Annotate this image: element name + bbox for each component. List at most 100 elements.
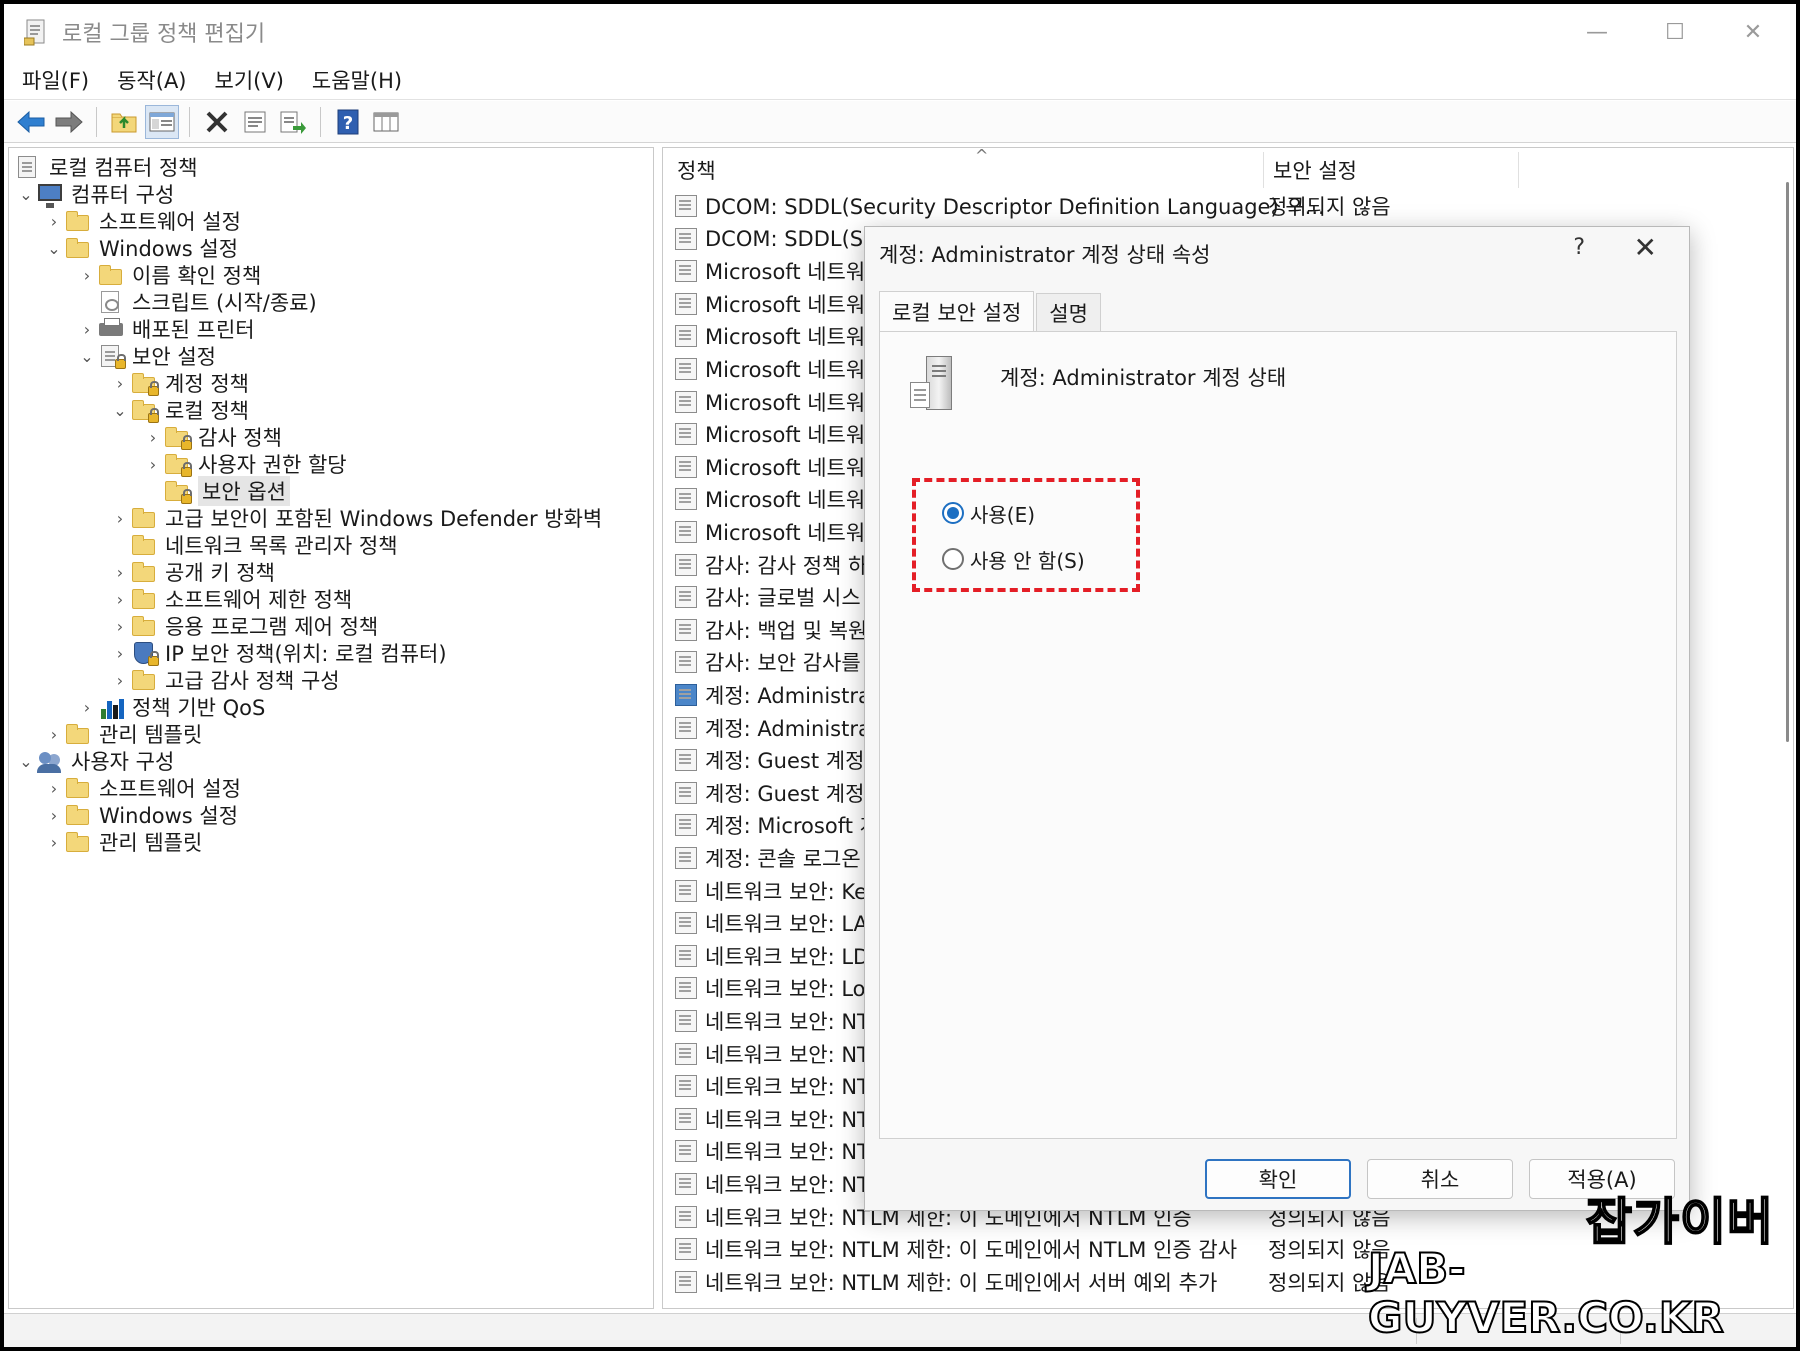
table-row[interactable]: 계정: Administrat bbox=[675, 679, 879, 711]
chevron-right-icon[interactable]: › bbox=[43, 827, 65, 857]
chevron-right-icon[interactable]: › bbox=[109, 611, 131, 641]
chevron-right-icon[interactable]: › bbox=[109, 638, 131, 668]
chevron-down-icon[interactable]: ⌄ bbox=[15, 746, 37, 776]
tree-item-user-config[interactable]: ⌄ 사용자 구성 bbox=[15, 746, 174, 776]
tree-item-scripts[interactable]: 스크립트 (시작/종료) bbox=[76, 287, 317, 317]
chevron-right-icon[interactable]: › bbox=[76, 692, 98, 722]
minimize-button[interactable]: — bbox=[1558, 4, 1636, 60]
chevron-down-icon[interactable]: ⌄ bbox=[109, 395, 131, 425]
tree-item-policy-qos[interactable]: › 정책 기반 QoS bbox=[76, 692, 266, 722]
table-row[interactable]: Microsoft 네트워 bbox=[675, 516, 865, 548]
show-hide-tree-icon[interactable] bbox=[145, 104, 179, 139]
chevron-right-icon[interactable]: › bbox=[76, 260, 98, 290]
table-row[interactable]: Microsoft 네트워 bbox=[675, 255, 865, 287]
chevron-right-icon[interactable]: › bbox=[43, 773, 65, 803]
delete-icon[interactable] bbox=[200, 105, 234, 139]
menu-view[interactable]: 보기(V) bbox=[215, 65, 284, 95]
chevron-right-icon[interactable]: › bbox=[43, 206, 65, 236]
close-button[interactable]: ✕ bbox=[1714, 4, 1792, 60]
column-header-setting[interactable]: 보안 설정 bbox=[1273, 148, 1513, 192]
chevron-right-icon[interactable]: › bbox=[109, 665, 131, 695]
disabled-radio-option[interactable]: 사용 안 함(S) bbox=[942, 544, 1085, 574]
vertical-scrollbar[interactable] bbox=[1786, 182, 1789, 742]
chevron-right-icon[interactable]: › bbox=[76, 314, 98, 344]
table-row[interactable]: Microsoft 네트워 bbox=[675, 320, 865, 352]
table-row[interactable]: 계정: Guest 계정 bbox=[675, 744, 864, 776]
table-row[interactable]: 네트워크 보안: Ke bbox=[675, 875, 867, 907]
column-divider[interactable] bbox=[1263, 152, 1264, 188]
chevron-right-icon[interactable]: › bbox=[43, 719, 65, 749]
enabled-radio[interactable] bbox=[942, 502, 964, 524]
chevron-right-icon[interactable]: › bbox=[142, 449, 164, 479]
tree-item-software-restriction[interactable]: › 소프트웨어 제한 정책 bbox=[109, 584, 352, 614]
table-row[interactable]: 네트워크 보안: Lo bbox=[675, 972, 866, 1004]
chevron-down-icon[interactable]: ⌄ bbox=[43, 233, 65, 263]
table-row[interactable]: 네트워크 보안: NT bbox=[675, 1135, 870, 1167]
table-row[interactable]: DCOM: SDDL(Se bbox=[675, 223, 876, 255]
chevron-down-icon[interactable]: ⌄ bbox=[76, 341, 98, 371]
menu-help[interactable]: 도움말(H) bbox=[312, 65, 402, 95]
table-row[interactable]: Microsoft 네트워 bbox=[675, 418, 865, 450]
chevron-right-icon[interactable]: › bbox=[109, 368, 131, 398]
table-row[interactable]: Microsoft 네트워 bbox=[675, 288, 865, 320]
cancel-button[interactable]: 취소 bbox=[1367, 1159, 1513, 1199]
chevron-right-icon[interactable]: › bbox=[109, 557, 131, 587]
dialog-help-button[interactable]: ? bbox=[1573, 235, 1585, 260]
tree-item-public-key-policies[interactable]: › 공개 키 정책 bbox=[109, 557, 275, 587]
table-row[interactable]: Microsoft 네트워 bbox=[675, 483, 865, 515]
table-row[interactable]: Microsoft 네트워 bbox=[675, 386, 865, 418]
chevron-right-icon[interactable]: › bbox=[109, 584, 131, 614]
table-row[interactable]: 네트워크 보안: LD bbox=[675, 940, 869, 972]
tree-item-security-options[interactable]: 보안 옵션 bbox=[142, 476, 290, 506]
enabled-radio-option[interactable]: 사용(E) bbox=[942, 498, 1035, 528]
export-list-icon[interactable] bbox=[276, 105, 310, 139]
tree-item-account-policies[interactable]: › 계정 정책 bbox=[109, 368, 249, 398]
table-row[interactable]: DCOM: SDDL(Security Descriptor Definitio… bbox=[675, 190, 1325, 222]
tree-item-advanced-audit[interactable]: › 고급 감사 정책 구성 bbox=[109, 665, 340, 695]
table-row[interactable]: 네트워크 보안: LA bbox=[675, 907, 868, 939]
table-row[interactable]: 계정: 콘솔 로그온 bbox=[675, 842, 861, 874]
table-row[interactable]: 네트워크 보안: NTLM 제한: 이 도메인에서 서버 예외 추가 bbox=[675, 1266, 1217, 1298]
extended-view-icon[interactable] bbox=[369, 105, 403, 139]
table-row[interactable]: 감사: 보안 감사를 bbox=[675, 646, 861, 678]
column-header-policy[interactable]: 정책 ^ bbox=[677, 148, 1267, 192]
table-row[interactable]: 계정: Administrat bbox=[675, 712, 879, 744]
table-row[interactable]: 네트워크 보안: NT bbox=[675, 1038, 870, 1070]
tree-item-software-settings[interactable]: › 소프트웨어 설정 bbox=[43, 206, 241, 236]
disabled-radio[interactable] bbox=[942, 548, 964, 570]
tree-item-admin-templates[interactable]: › 관리 템플릿 bbox=[43, 719, 202, 749]
tree-item-defender-firewall[interactable]: › 고급 보안이 포함된 Windows Defender 방화벽 bbox=[109, 503, 602, 533]
tree-item-audit-policy[interactable]: › 감사 정책 bbox=[142, 422, 282, 452]
tree-item-user-admin-templates[interactable]: › 관리 템플릿 bbox=[43, 827, 202, 857]
back-arrow-icon[interactable] bbox=[14, 105, 48, 139]
up-folder-icon[interactable] bbox=[107, 105, 141, 139]
dialog-close-button[interactable]: ✕ bbox=[1634, 231, 1657, 264]
tree-item-windows-settings[interactable]: ⌄ Windows 설정 bbox=[43, 233, 238, 263]
table-row[interactable]: 네트워크 보안: NT bbox=[675, 1168, 870, 1200]
table-row[interactable]: Microsoft 네트워 bbox=[675, 353, 865, 385]
table-row[interactable]: 계정: Microsoft 계 bbox=[675, 809, 879, 841]
tree-item-security-settings[interactable]: ⌄ 보안 설정 bbox=[76, 341, 216, 371]
tab-local-security-setting[interactable]: 로컬 보안 설정 bbox=[879, 291, 1035, 331]
table-row[interactable]: 네트워크 보안: NT bbox=[675, 1103, 870, 1135]
chevron-right-icon[interactable]: › bbox=[43, 800, 65, 830]
tree-item-deployed-printers[interactable]: › 배포된 프린터 bbox=[76, 314, 255, 344]
tree-item-local-computer-policy[interactable]: 로컬 컴퓨터 정책 bbox=[15, 152, 198, 182]
chevron-down-icon[interactable]: ⌄ bbox=[15, 179, 37, 209]
table-row[interactable]: 네트워크 보안: NT bbox=[675, 1005, 870, 1037]
table-row[interactable]: 감사: 백업 및 복원 bbox=[675, 614, 867, 646]
tree-item-app-control[interactable]: › 응용 프로그램 제어 정책 bbox=[109, 611, 378, 641]
table-row[interactable]: 계정: Guest 계정 bbox=[675, 777, 864, 809]
tree-item-user-software-settings[interactable]: › 소프트웨어 설정 bbox=[43, 773, 241, 803]
table-row[interactable]: 네트워크 보안: NTLM 제한: 이 도메인에서 NTLM 인증 감사 bbox=[675, 1233, 1237, 1265]
maximize-button[interactable]: ☐ bbox=[1636, 4, 1714, 60]
tree-item-ip-security[interactable]: › IP 보안 정책(위치: 로컬 컴퓨터) bbox=[109, 638, 447, 668]
table-row[interactable]: 네트워크 보안: NT bbox=[675, 1070, 870, 1102]
tab-explain[interactable]: 설명 bbox=[1036, 293, 1101, 331]
menu-file[interactable]: 파일(F) bbox=[22, 65, 89, 95]
column-divider[interactable] bbox=[1518, 152, 1519, 188]
tree-item-name-resolution-policy[interactable]: › 이름 확인 정책 bbox=[76, 260, 261, 290]
table-row[interactable]: Microsoft 네트워 bbox=[675, 451, 865, 483]
properties-icon[interactable] bbox=[238, 105, 272, 139]
chevron-right-icon[interactable]: › bbox=[142, 422, 164, 452]
